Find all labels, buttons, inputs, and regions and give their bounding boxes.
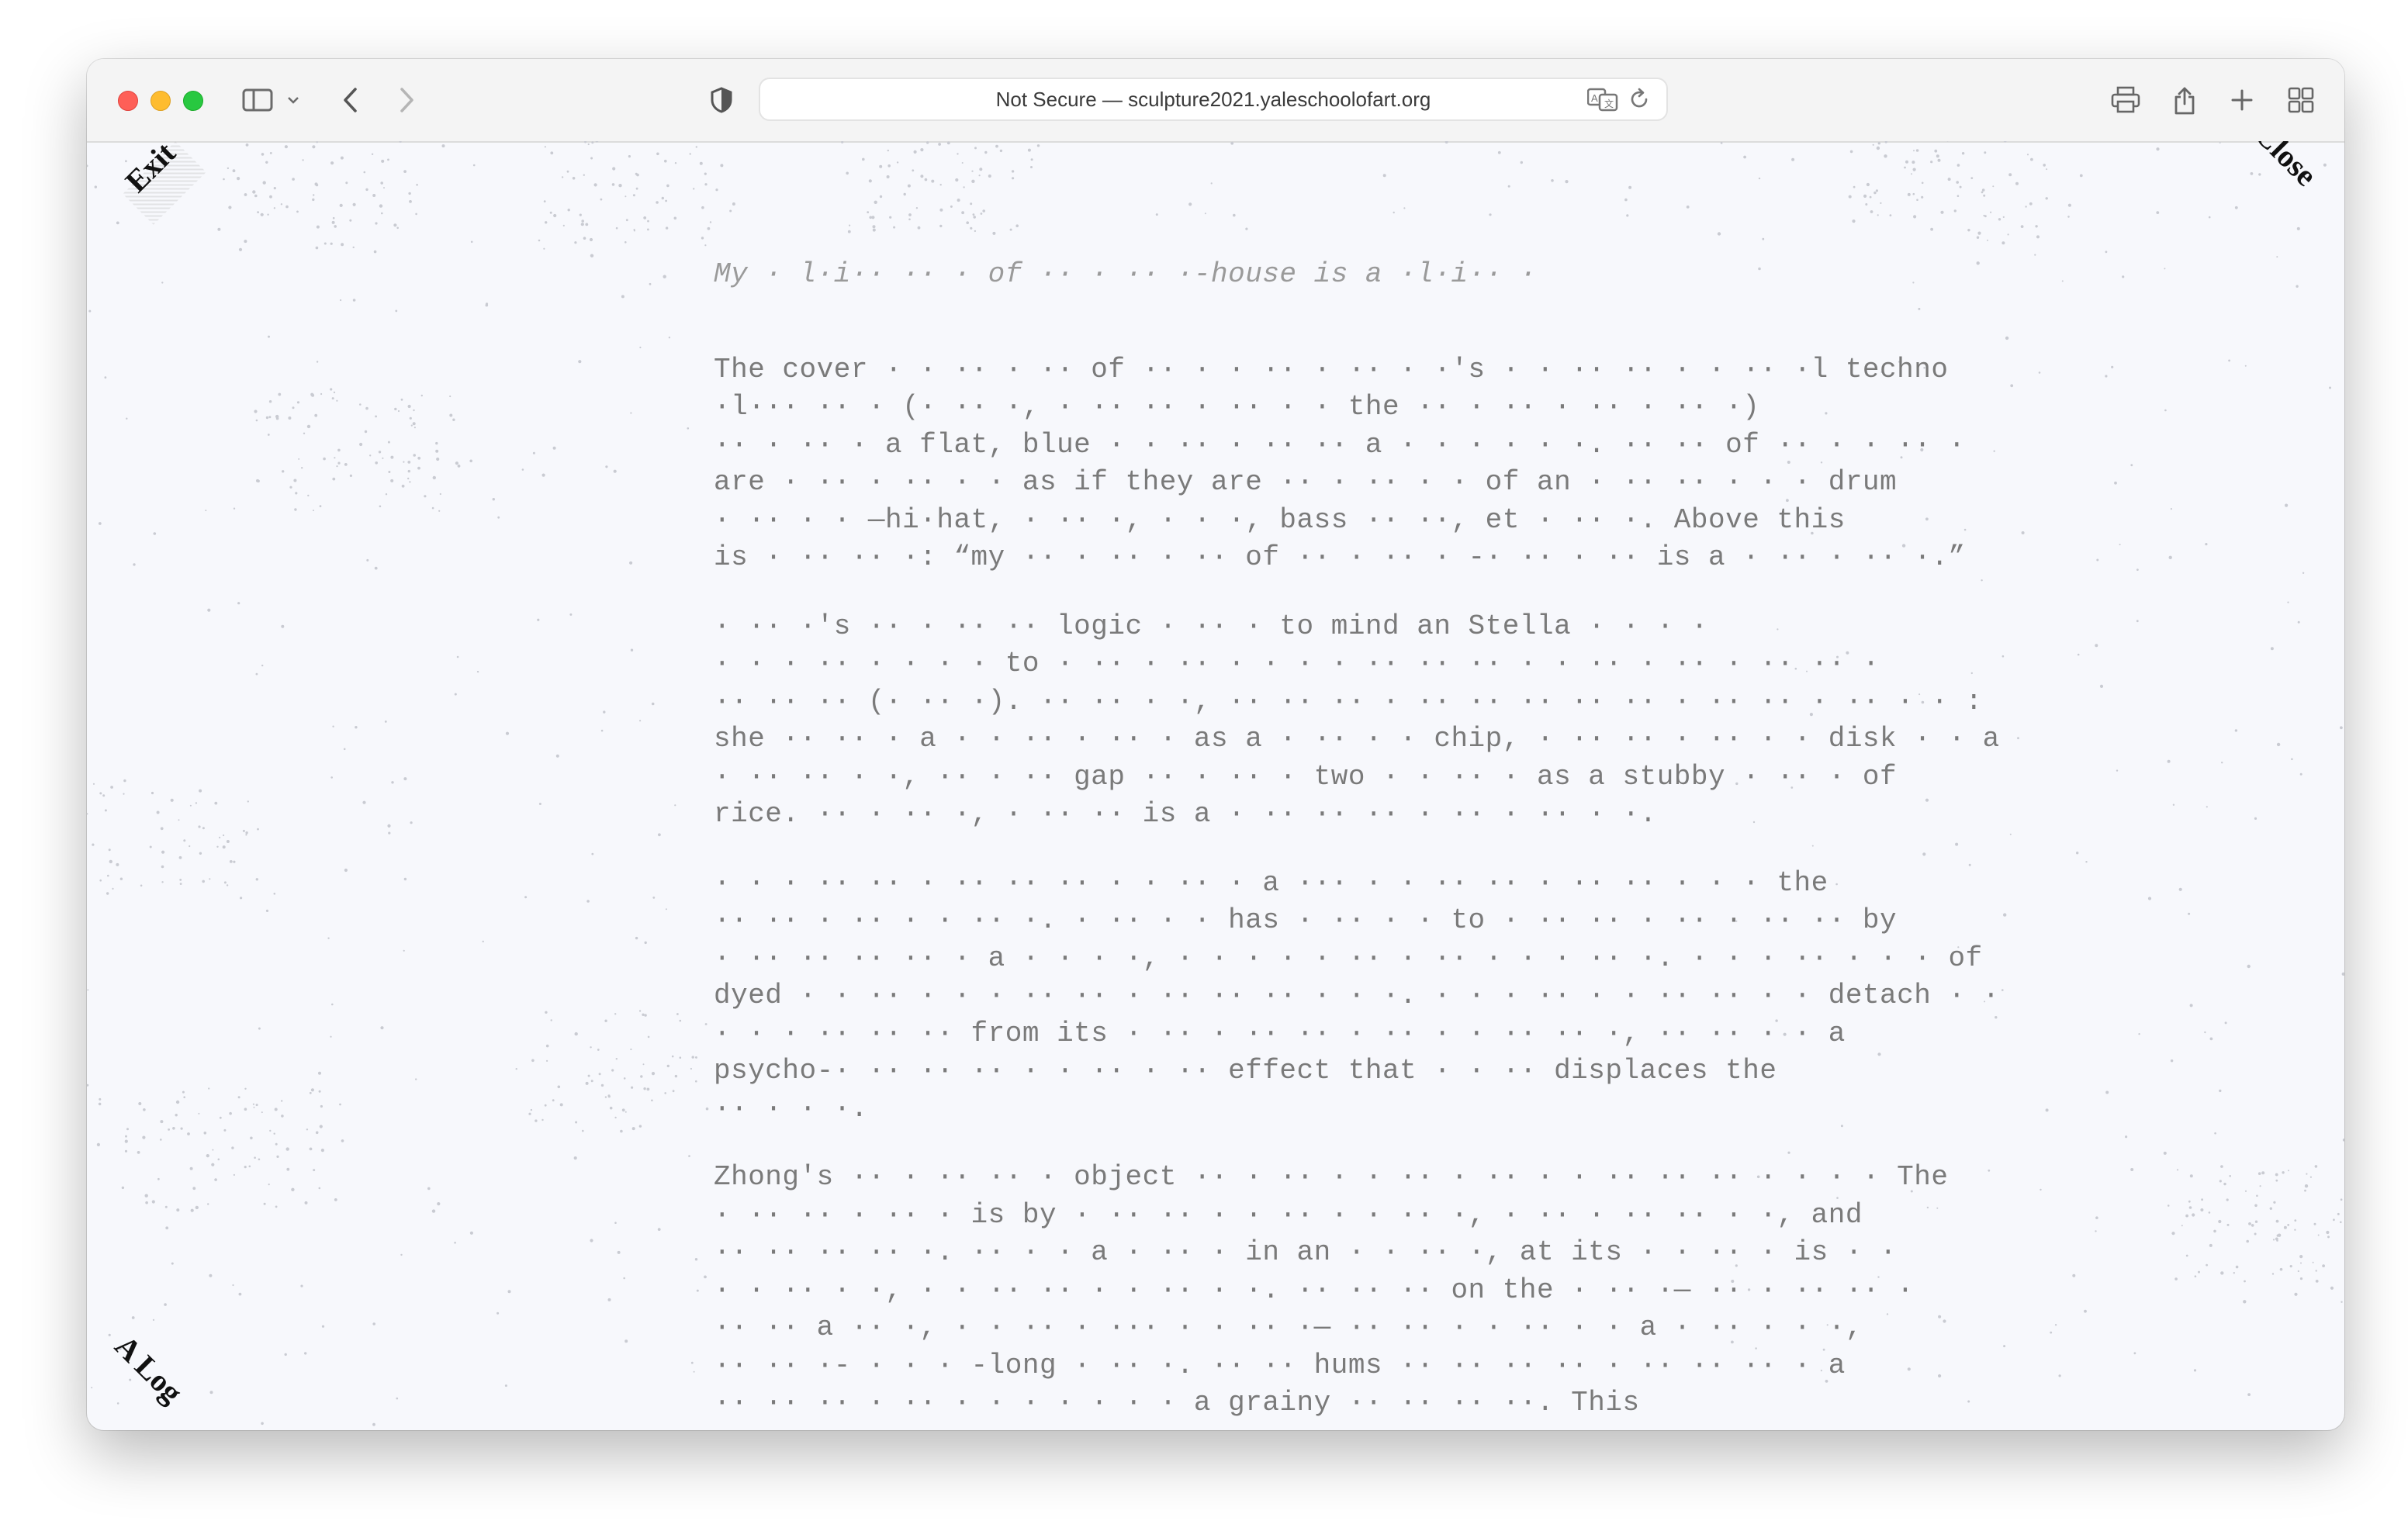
window-zoom-button[interactable] <box>183 91 203 111</box>
essay-line: she ·· ·· · a · · ·· · ·· · as a · ·· · … <box>714 723 2000 755</box>
print-icon[interactable] <box>2107 78 2144 123</box>
back-icon[interactable] <box>335 78 366 123</box>
essay-line: is · ·· ·· ·: “my ·· · ·· · ·· of ·· · ·… <box>714 541 1966 573</box>
essay-line: are · ·· · ·· · · as if they are ·· · ··… <box>714 466 1898 498</box>
svg-text:A: A <box>1591 92 1598 104</box>
essay-heading: My · l·i·· ·· · of ·· · ·· ·-house is a … <box>714 258 1537 290</box>
essay-line: psycho-· ·· ·· ·· · · ·· · ·· effect tha… <box>714 1055 1777 1087</box>
essay-line: ·· · · ·. <box>714 1092 868 1125</box>
essay-line: ·· ·· ·· (· ·· ·). ·· ·· · ·, ·· ·· ·· ·… <box>714 685 1983 717</box>
essay-line: · ·· ·· · ·, ·· · ·· gap ·· · ·· · two ·… <box>714 760 1898 793</box>
essay-line: · · ·· · ·, · · ·· ·· · · ·· · ·. ·· ·· … <box>714 1274 1915 1306</box>
browser-toolbar: Not Secure — sculpture2021.yaleschoolofa… <box>87 59 2344 143</box>
window-minimize-button[interactable] <box>150 91 171 111</box>
plus-icon[interactable] <box>2226 78 2258 123</box>
essay-line: ·· ·· ·· · ·· · · · · · · · a grainy ·· … <box>714 1387 1640 1419</box>
essay-line: ·· · ·· · a flat, blue · · ·· · ·· ·· a … <box>714 428 1966 461</box>
essay-line: ·· ·· · ·· · · ·· ·. · ·· · · has · ·· ·… <box>714 904 1898 936</box>
essay-line: · · · ·· · · · · to · ·· · ·· · · · · ··… <box>714 648 1880 679</box>
page-content: Exit Close A Log My · l·i·· ·· · of ·· ·… <box>87 141 2344 1430</box>
tab-overview-icon[interactable] <box>2285 78 2316 123</box>
translate-icon[interactable]: A文 <box>1586 87 1618 116</box>
essay-paragraph: Zhong's ·· · ·· ·· · object ·· · ·· · · … <box>714 1159 1949 1422</box>
essay-line: · ·· ·· ·· ·· · a · · · ·, · · · · · ·· … <box>714 942 1983 974</box>
share-icon[interactable] <box>2169 78 2200 123</box>
window-close-button[interactable] <box>118 91 138 111</box>
shield-icon[interactable] <box>706 78 737 123</box>
essay-line: The cover · · ·· · ·· of ·· · · ·· · ·· … <box>714 353 1949 385</box>
svg-text:文: 文 <box>1604 98 1614 109</box>
essay-line: · ·· · · —hi·hat, · ·· ·, · · ·, bass ··… <box>714 503 1846 536</box>
address-text: Not Secure — sculpture2021.yaleschoolofa… <box>995 88 1431 111</box>
essay-line: · · · ·· ·· · ·· ·· ·· · · ·· · a ··· · … <box>714 866 1828 899</box>
browser-window: Not Secure — sculpture2021.yaleschoolofa… <box>87 59 2344 1430</box>
essay-line: ·· ·· a ·· ·, · · ·· · ··· · · ·· ·— ·· … <box>714 1312 1863 1343</box>
essay-line: · · · ·· ·· ·· from its · ·· · ·· ·· · ·… <box>714 1017 1846 1049</box>
forward-icon[interactable] <box>391 78 422 123</box>
essay-line: · ·· ·'s ·· · ·· ·· logic · ·· · to mind… <box>714 610 1709 642</box>
chevron-down-icon[interactable] <box>284 78 303 123</box>
essay-line: Zhong's ·· · ·· ·· · object ·· · ·· · · … <box>714 1161 1949 1193</box>
essay-paragraph: · · · ·· ·· · ·· ·· ·· · · ·· · a ··· · … <box>714 865 2000 1128</box>
essay-line: ·· ·· ·- · · · -long · ·· ·. ·· ·· hums … <box>714 1349 1846 1381</box>
essay-paragraph: · ·· ·'s ·· · ·· ·· logic · ·· · to mind… <box>714 608 2000 834</box>
reload-icon[interactable] <box>1628 88 1651 115</box>
sidebar-icon[interactable] <box>239 78 276 123</box>
essay-line: rice. ·· · ·· ·, · ·· ·· is a · ·· ·· ··… <box>714 798 1657 830</box>
essay-text: My · l·i·· ·· · of ·· · ·· ·-house is a … <box>714 256 2000 1430</box>
essay-line: ·· ·· ·· ·· ·. ·· · · a · ·· · in an · ·… <box>714 1236 1898 1268</box>
essay-line: · ·· ·· · ·· · is by · ·· ·· · · ·· · · … <box>714 1198 1863 1231</box>
address-bar[interactable]: Not Secure — sculpture2021.yaleschoolofa… <box>759 78 1668 121</box>
essay-line: ·l··· ·· · (· ·· ·, · ·· ·· · ·· · · the… <box>714 391 1760 423</box>
essay-paragraph: The cover · · ·· · ·· of ·· · · ·· · ·· … <box>714 351 1966 577</box>
essay-line: dyed · · ·· · · · ·· ·· · ·· ·· ·· · · ·… <box>714 980 2000 1011</box>
